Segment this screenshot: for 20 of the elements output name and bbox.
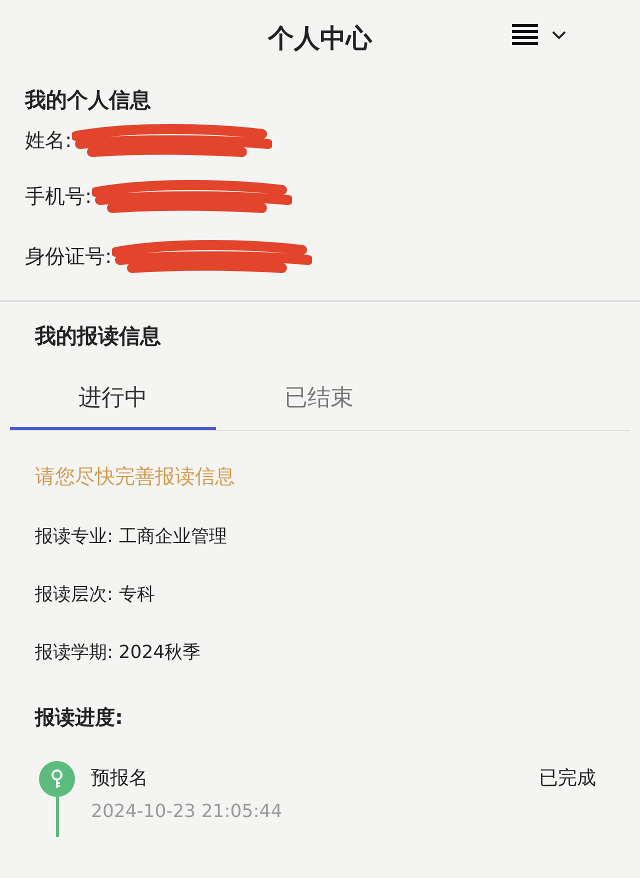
caret-icon — [552, 30, 566, 40]
field-label: 姓名: — [25, 126, 72, 154]
progress-heading: 报读进度: — [34, 704, 124, 731]
field-label: 手机号: — [25, 182, 92, 210]
field-label: 身份证号: — [25, 242, 112, 270]
section-heading: 我的报读信息 — [34, 323, 162, 350]
detail-text: 报读层次: 专科 — [34, 583, 156, 606]
key-icon — [50, 769, 64, 789]
section-heading: 我的个人信息 — [25, 87, 152, 114]
menu-button[interactable] — [512, 24, 566, 46]
detail-text: 报读学期: 2024秋季 — [34, 641, 202, 664]
tab[interactable]: 进行中 — [10, 368, 216, 430]
step-time: 2024-10-23 21:05:44 — [91, 801, 284, 822]
step-name: 预报名 — [91, 766, 149, 791]
detail-text: 报读专业: 工商企业管理 — [34, 525, 228, 548]
tab[interactable]: 已结束 — [216, 368, 422, 430]
menu-icon — [512, 24, 538, 46]
step-status: 已完成 — [539, 766, 597, 791]
page-title: 个人中心 — [268, 22, 372, 56]
notice-text: 请您尽快完善报读信息 — [34, 463, 236, 490]
